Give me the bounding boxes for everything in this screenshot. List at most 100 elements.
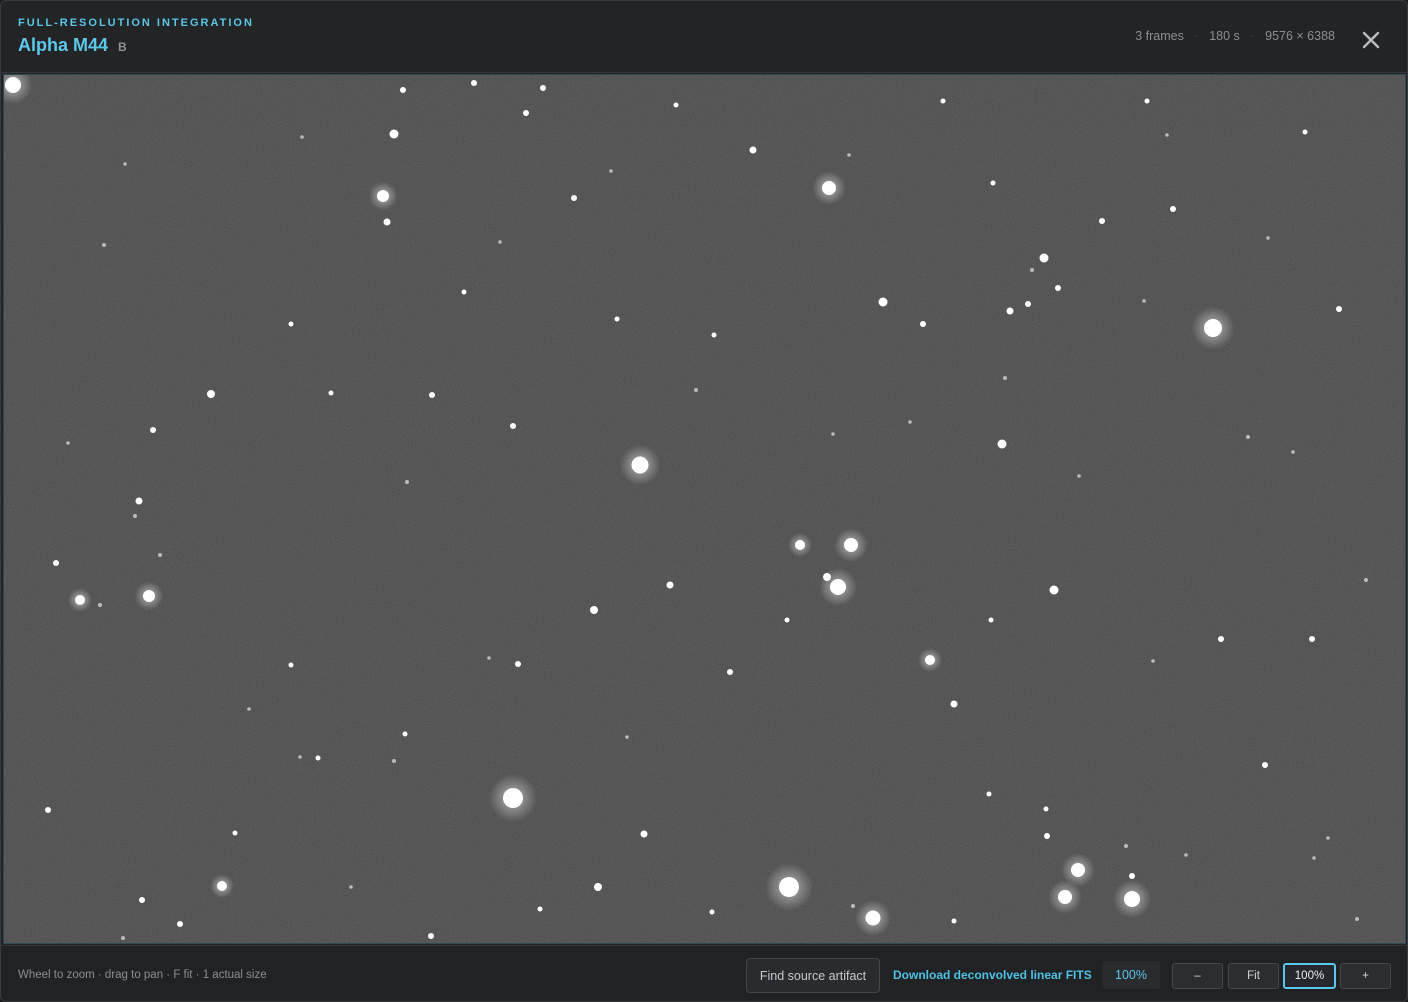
star xyxy=(1124,844,1128,848)
star xyxy=(925,655,935,665)
star xyxy=(1030,268,1034,272)
star xyxy=(540,85,546,91)
zoom-out-button[interactable]: – xyxy=(1172,963,1223,989)
star xyxy=(498,240,502,244)
star xyxy=(503,788,523,808)
star xyxy=(1266,236,1270,240)
star xyxy=(1129,873,1135,879)
modal-header: FULL-RESOLUTION INTEGRATION Alpha M44 B … xyxy=(1,1,1407,73)
star xyxy=(523,110,529,116)
star xyxy=(625,735,629,739)
star xyxy=(631,456,649,474)
star xyxy=(694,388,698,392)
image-viewport[interactable] xyxy=(3,74,1406,944)
star xyxy=(98,603,102,607)
meta-separator: · xyxy=(1250,30,1255,42)
star xyxy=(75,595,85,605)
star xyxy=(392,759,396,763)
star xyxy=(847,153,851,157)
viewer-hint: Wheel to zoom · drag to pan · F fit · 1 … xyxy=(18,969,267,981)
star xyxy=(537,906,543,912)
star xyxy=(102,243,106,247)
star xyxy=(402,731,408,737)
star xyxy=(377,190,389,202)
star xyxy=(1043,806,1049,812)
star xyxy=(135,497,143,505)
find-source-artifact-button[interactable]: Find source artifact xyxy=(746,958,880,993)
star xyxy=(990,180,996,186)
star xyxy=(383,218,391,226)
star xyxy=(1184,853,1188,857)
star xyxy=(247,707,251,711)
star xyxy=(614,316,620,322)
star xyxy=(1039,253,1049,263)
star xyxy=(920,321,926,327)
star xyxy=(487,656,491,660)
close-button[interactable] xyxy=(1355,24,1387,56)
star xyxy=(1165,133,1169,137)
star xyxy=(349,885,353,889)
star xyxy=(1025,301,1031,307)
star xyxy=(429,392,435,398)
star xyxy=(1071,863,1085,877)
star xyxy=(510,423,516,429)
star xyxy=(1144,98,1150,104)
star xyxy=(779,877,799,897)
star xyxy=(831,432,835,436)
star xyxy=(158,553,162,557)
star xyxy=(673,102,679,108)
star xyxy=(709,909,715,915)
star xyxy=(328,390,334,396)
star xyxy=(908,420,912,424)
star xyxy=(1142,299,1146,303)
star xyxy=(1006,307,1014,315)
frame-count: 3 frames xyxy=(1135,29,1184,43)
star xyxy=(1044,833,1050,839)
star xyxy=(1151,659,1155,663)
star xyxy=(1124,891,1140,907)
star xyxy=(795,540,805,550)
zoom-in-button[interactable]: + xyxy=(1340,963,1391,989)
star xyxy=(940,98,946,104)
star xyxy=(232,830,238,836)
filter-badge: B xyxy=(118,40,127,54)
star xyxy=(986,791,992,797)
star xyxy=(400,87,406,93)
star xyxy=(988,617,994,623)
star xyxy=(143,590,155,602)
star xyxy=(53,560,59,566)
star xyxy=(1302,129,1308,135)
zoom-level-readout: 100% xyxy=(1102,961,1160,989)
star xyxy=(5,77,21,93)
star xyxy=(217,881,227,891)
star xyxy=(822,181,836,195)
zoom-actual-size-button[interactable]: 100% xyxy=(1283,963,1336,989)
star xyxy=(315,755,321,761)
star xyxy=(288,662,294,668)
title-row: Alpha M44 B xyxy=(18,35,127,56)
star xyxy=(594,883,602,891)
download-fits-link[interactable]: Download deconvolved linear FITS xyxy=(893,968,1092,982)
star xyxy=(1326,836,1330,840)
zoom-fit-button[interactable]: Fit xyxy=(1228,963,1279,989)
star xyxy=(1049,585,1059,595)
star xyxy=(1336,306,1342,312)
star xyxy=(471,80,477,86)
exposure-time: 180 s xyxy=(1209,29,1240,43)
star xyxy=(66,441,70,445)
star xyxy=(1218,636,1224,642)
star xyxy=(139,897,145,903)
star xyxy=(1291,450,1295,454)
meta-separator: · xyxy=(1194,30,1199,42)
star xyxy=(298,755,302,759)
star xyxy=(784,617,790,623)
star xyxy=(121,936,125,940)
star xyxy=(1262,762,1268,768)
star xyxy=(1246,435,1250,439)
star xyxy=(1170,206,1176,212)
star xyxy=(851,904,855,908)
star xyxy=(571,195,577,201)
star xyxy=(1204,319,1222,337)
star xyxy=(951,918,957,924)
star xyxy=(428,933,434,939)
